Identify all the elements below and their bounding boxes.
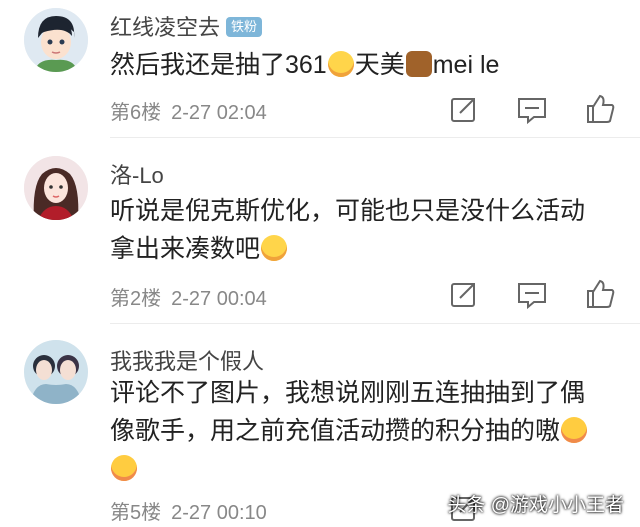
username[interactable]: 红线凌空去 铁粉 xyxy=(110,10,263,42)
love-emoji-icon xyxy=(111,455,137,481)
share-button[interactable] xyxy=(446,276,482,312)
share-icon xyxy=(451,283,475,307)
avatar[interactable] xyxy=(24,156,88,220)
comment-text-line: 听说是倪克斯优化，可能也只是没什么活动 xyxy=(110,197,586,225)
timestamp: 2-27 00:10 xyxy=(171,502,267,524)
username-text[interactable]: 我我我是个假人 xyxy=(110,349,264,374)
like-icon xyxy=(587,279,615,308)
floor-number: 第5楼 xyxy=(110,502,162,524)
avatar[interactable] xyxy=(24,340,88,404)
avatar-image xyxy=(24,8,88,72)
username-text[interactable]: 洛-Lo xyxy=(110,163,164,188)
comment-text-part: 像歌手，用之前充值活动攒的积分抽的嗷 xyxy=(110,417,561,445)
avatar[interactable] xyxy=(24,8,88,72)
comment-text-part: 拿出来凑数吧 xyxy=(110,235,261,263)
comment-button[interactable] xyxy=(514,91,550,127)
like-button[interactable] xyxy=(582,91,618,127)
watermark: 头条 @游戏小小王者 xyxy=(447,495,624,516)
comment-text-part: mei le xyxy=(432,51,500,79)
fan-badge: 铁粉 xyxy=(226,17,263,38)
comment-item: 洛-Lo 听说是倪克斯优化，可能也只是没什么活动 拿出来凑数吧 第2楼 2-27 … xyxy=(0,138,640,324)
comment-text-part: 天美 xyxy=(354,51,405,79)
comment-meta: 第5楼 2-27 00:10 xyxy=(110,496,277,525)
love-emoji-icon xyxy=(561,417,588,443)
floor-number: 第6楼 xyxy=(110,102,162,124)
username-text[interactable]: 红线凌空去 xyxy=(110,15,220,40)
comment-button[interactable] xyxy=(514,276,550,312)
comment-icon xyxy=(518,283,546,310)
avatar-image xyxy=(24,340,88,404)
timestamp: 2-27 00:04 xyxy=(171,288,267,310)
comment-icon xyxy=(518,98,546,125)
scared-emoji-icon xyxy=(327,51,354,77)
comment-text: 评论不了图片，我想说刚刚五连抽抽到了偶 像歌手，用之前充值活动攒的积分抽的嗷 xyxy=(110,374,630,488)
comment-meta: 第6楼 2-27 02:04 xyxy=(110,96,277,125)
horse-emoji-icon xyxy=(405,51,432,77)
floor-number: 第2楼 xyxy=(110,288,162,310)
comment-meta: 第2楼 2-27 00:04 xyxy=(110,282,277,311)
comment-text: 然后我还是抽了361 天美 mei le xyxy=(110,46,630,84)
comment-text-part: 然后我还是抽了361 xyxy=(110,51,327,79)
like-icon xyxy=(587,94,615,123)
comment-text: 听说是倪克斯优化，可能也只是没什么活动 拿出来凑数吧 xyxy=(110,192,630,268)
scared-emoji-icon xyxy=(261,235,288,261)
like-button[interactable] xyxy=(582,276,618,312)
username[interactable]: 洛-Lo xyxy=(110,158,164,190)
timestamp: 2-27 02:04 xyxy=(171,102,267,124)
comment-text-line: 评论不了图片，我想说刚刚五连抽抽到了偶 xyxy=(110,379,586,407)
comment-item: 红线凌空去 铁粉 然后我还是抽了361 天美 mei le 第6楼 2-27 02:04 xyxy=(0,0,640,138)
share-button[interactable] xyxy=(446,91,482,127)
share-icon xyxy=(451,98,475,122)
avatar-image xyxy=(24,156,88,220)
username[interactable]: 我我我是个假人 xyxy=(110,344,264,376)
